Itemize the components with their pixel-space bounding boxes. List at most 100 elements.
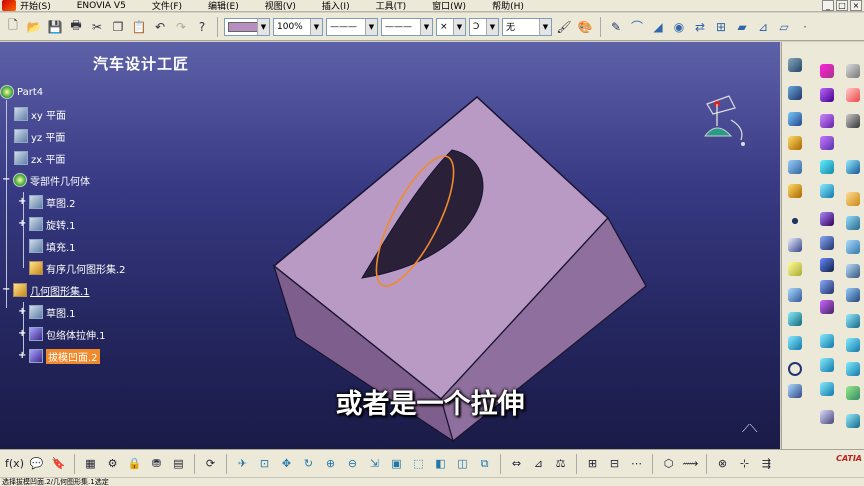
scaling-icon[interactable] xyxy=(844,336,862,354)
layer-combo[interactable]: 无 ▼ xyxy=(502,17,552,36)
cursor-icon[interactable] xyxy=(844,86,862,104)
tree-node-geometric-set-1[interactable]: − 几何图形集.1 xyxy=(2,282,90,298)
redo-icon[interactable]: ↷ xyxy=(172,18,190,36)
measure-item-icon[interactable]: ⊿ xyxy=(530,455,547,472)
sweep-icon[interactable] xyxy=(818,112,836,130)
knit-icon[interactable] xyxy=(818,86,836,104)
minimize-button[interactable]: _ xyxy=(822,0,834,11)
menu-edit[interactable]: 编辑(E) xyxy=(208,0,239,12)
open-icon[interactable]: 📂 xyxy=(25,18,43,36)
snap-icon[interactable]: ⊟ xyxy=(606,455,623,472)
rotate-icon[interactable]: ↻ xyxy=(300,455,317,472)
analysis-icon[interactable] xyxy=(818,408,836,426)
axis-tool-icon[interactable]: ⊞ xyxy=(712,18,730,36)
comment-icon[interactable]: 💬 xyxy=(28,455,45,472)
menu-file[interactable]: 文件(F) xyxy=(152,0,182,12)
fillet-icon[interactable] xyxy=(844,360,862,378)
tree-node-yz-plane[interactable]: yz 平面 xyxy=(14,128,65,144)
tree-node-xy-plane[interactable]: xy 平面 xyxy=(14,106,66,122)
table-icon[interactable]: ▦ xyxy=(82,455,99,472)
undo-icon[interactable]: ↶ xyxy=(151,18,169,36)
copy-icon[interactable]: ❐ xyxy=(109,18,127,36)
grid-icon[interactable]: ⋯ xyxy=(628,455,645,472)
corner-icon[interactable] xyxy=(786,134,804,152)
catalog-icon[interactable]: ▤ xyxy=(170,455,187,472)
scan-icon[interactable] xyxy=(844,112,862,130)
tree-node-fill-1[interactable]: 填充.1 xyxy=(29,238,76,254)
normal-view-icon[interactable]: ⇲ xyxy=(366,455,383,472)
transparency-combo[interactable]: 100% ▼ xyxy=(273,17,323,36)
boolean-tool-icon[interactable]: ◉ xyxy=(670,18,688,36)
line-diagonal-icon[interactable] xyxy=(786,236,804,254)
curve-tool-icon[interactable]: ⌒ xyxy=(628,18,646,36)
shading-icon[interactable]: ◧ xyxy=(432,455,449,472)
shell-icon[interactable] xyxy=(818,298,836,316)
menu-insert[interactable]: 插入(I) xyxy=(322,0,350,12)
work-on-support-icon[interactable]: ⊞ xyxy=(584,455,601,472)
save-icon[interactable]: 💾 xyxy=(46,18,64,36)
paste-icon[interactable]: 📋 xyxy=(130,18,148,36)
extract-icon[interactable] xyxy=(844,286,862,304)
collapse-toggle-icon[interactable]: − xyxy=(2,175,10,185)
3d-viewport[interactable]: 汽车设计工匠 Part4 xy 平面 yz 平面 zx 平面 − 零部件几何体 … xyxy=(0,42,780,449)
extrude-tool-icon[interactable]: ▰ xyxy=(733,18,751,36)
pocket-icon[interactable] xyxy=(818,278,836,296)
tree-root-part4[interactable]: Part4 xyxy=(0,84,43,100)
boundary-icon[interactable] xyxy=(844,412,862,430)
expand-toggle-icon[interactable]: + xyxy=(18,329,26,339)
tree-node-part-body[interactable]: − 零部件几何体 xyxy=(2,172,90,188)
surface-tool-icon[interactable]: ◢ xyxy=(649,18,667,36)
shape-fillet-icon[interactable] xyxy=(844,158,862,176)
cut-icon[interactable]: ✂ xyxy=(88,18,106,36)
draft-icon[interactable] xyxy=(786,334,804,352)
tree-node-sketch-2[interactable]: + 草图.2 xyxy=(18,194,76,210)
fill-surface-icon[interactable] xyxy=(844,190,862,208)
compass-icon[interactable] xyxy=(693,90,753,150)
measure-tool-icon[interactable]: ⊿ xyxy=(754,18,772,36)
helix-icon[interactable] xyxy=(786,182,804,200)
knowledge-icon[interactable]: 🔖 xyxy=(50,455,67,472)
print-icon[interactable]: 🖶 xyxy=(67,18,85,36)
point-icon[interactable] xyxy=(786,56,804,74)
surface-patch-icon[interactable] xyxy=(786,286,804,304)
apply-material-icon[interactable]: ⬡ xyxy=(660,455,677,472)
zoom-in-icon[interactable]: ⊕ xyxy=(322,455,339,472)
line-icon[interactable] xyxy=(786,84,804,102)
extrude-icon[interactable] xyxy=(818,182,836,200)
lock-icon[interactable]: 🔒 xyxy=(126,455,143,472)
update-icon[interactable]: ⟳ xyxy=(202,455,219,472)
color-combo[interactable]: ▼ xyxy=(224,17,270,36)
menu-window[interactable]: 窗口(W) xyxy=(432,0,466,12)
tree-node-sketch-1[interactable]: + 草图.1 xyxy=(18,304,76,320)
trim-icon[interactable] xyxy=(844,238,862,256)
pencil-icon[interactable] xyxy=(818,62,836,80)
menu-tools[interactable]: 工具(T) xyxy=(376,0,407,12)
menu-view[interactable]: 视图(V) xyxy=(265,0,296,12)
tree-node-zx-plane[interactable]: zx 平面 xyxy=(14,150,65,166)
whats-this-icon[interactable]: ? xyxy=(193,18,211,36)
fit-all-icon[interactable]: ⊡ xyxy=(256,455,273,472)
spline-icon[interactable] xyxy=(786,110,804,128)
zoom-out-icon[interactable]: ⊖ xyxy=(344,455,361,472)
macro-icon[interactable]: ⚙ xyxy=(104,455,121,472)
conic-icon[interactable] xyxy=(786,382,804,400)
axis-system-tool-icon[interactable]: ⊹ xyxy=(736,455,753,472)
point-tool-icon[interactable]: · xyxy=(796,18,814,36)
plane-tool-icon[interactable]: ▱ xyxy=(775,18,793,36)
point-symbol-combo[interactable]: × ▼ xyxy=(436,17,466,36)
blend-icon[interactable] xyxy=(818,134,836,152)
circle-icon[interactable] xyxy=(786,360,804,378)
expand-toggle-icon[interactable]: + xyxy=(18,307,26,317)
close-button[interactable]: × xyxy=(850,0,862,11)
tree-node-draft-reflect-2[interactable]: + 拔模凹面.2 xyxy=(18,348,100,364)
sets-icon[interactable]: ⛃ xyxy=(148,455,165,472)
line-type-combo[interactable]: ——— ▼ xyxy=(326,17,378,36)
collapse-toggle-icon[interactable]: − xyxy=(2,285,10,295)
expand-toggle-icon[interactable]: + xyxy=(18,219,26,229)
tools-palette-icon[interactable]: ⊗ xyxy=(714,455,731,472)
swap-visible-icon[interactable]: ⧉ xyxy=(476,455,493,472)
sketch-tool-icon[interactable]: ✎ xyxy=(607,18,625,36)
edge-fillet-icon[interactable] xyxy=(818,380,836,398)
tree-node-ordered-set-2[interactable]: 有序几何图形集.2 xyxy=(29,260,126,276)
pan-icon[interactable]: ✥ xyxy=(278,455,295,472)
